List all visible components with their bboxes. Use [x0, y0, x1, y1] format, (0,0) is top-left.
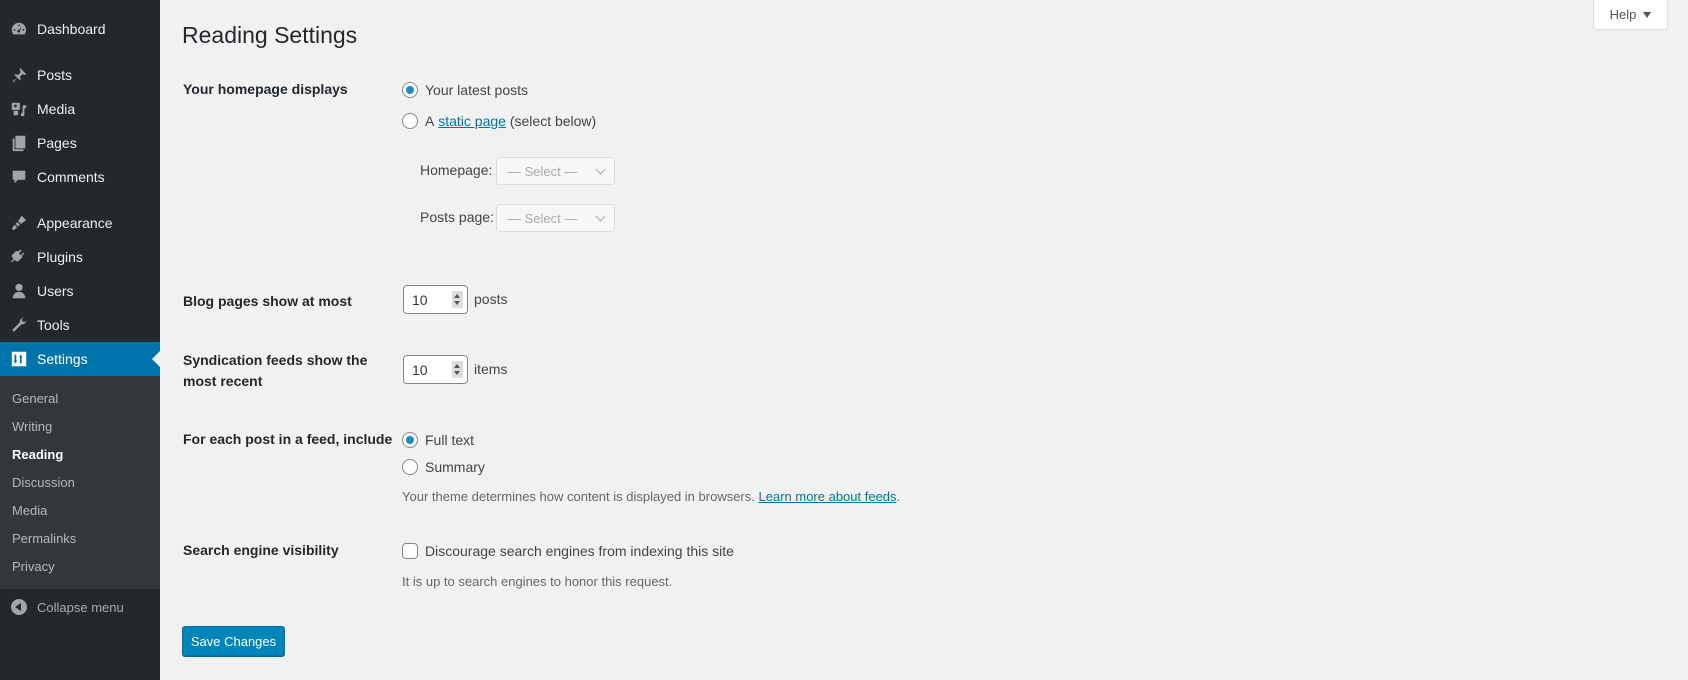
collapse-arrow-icon	[11, 599, 27, 615]
sidebar-item-label: Dashboard	[37, 21, 106, 37]
sidebar-item-tools[interactable]: Tools	[0, 308, 160, 342]
homepage-select-label: Homepage:	[420, 162, 493, 178]
blog-pages-label: Blog pages show at most	[183, 293, 352, 309]
sidebar-item-label: Settings	[37, 351, 88, 367]
syndication-unit: items	[474, 361, 508, 377]
discourage-search-checkbox[interactable]	[402, 543, 418, 559]
sidebar-item-label: Pages	[37, 135, 77, 151]
pin-icon	[9, 65, 29, 85]
blog-pages-input[interactable]: 10	[403, 285, 468, 314]
page-title: Reading Settings	[182, 22, 358, 48]
homepage-select[interactable]: — Select —	[496, 157, 615, 185]
feed-include-label: For each post in a feed, include	[183, 431, 393, 447]
sidebar-item-dashboard[interactable]: Dashboard	[0, 12, 160, 46]
sidebar-item-plugins[interactable]: Plugins	[0, 240, 160, 274]
blog-pages-value: 10	[412, 291, 428, 308]
comment-icon	[9, 167, 29, 187]
radio-summary[interactable]: Summary	[402, 456, 485, 478]
pages-icon	[9, 133, 29, 153]
homepage-displays-label: Your homepage displays	[183, 81, 348, 97]
help-label: Help	[1609, 7, 1637, 22]
sidebar-item-label: Plugins	[37, 249, 83, 265]
sidebar-item-label: Comments	[37, 169, 105, 185]
save-changes-button[interactable]: Save Changes	[182, 626, 285, 656]
sidebar-item-pages[interactable]: Pages	[0, 126, 160, 160]
submenu-item-reading[interactable]: Reading	[12, 447, 63, 462]
radio-summary-input[interactable]	[402, 459, 418, 475]
wrench-icon	[9, 315, 29, 335]
sidebar-item-label: Tools	[37, 317, 70, 333]
collapse-menu-button[interactable]: Collapse menu	[0, 594, 160, 620]
syndication-label-line1: Syndication feeds show the	[183, 352, 368, 368]
submenu-item-privacy[interactable]: Privacy	[12, 559, 55, 574]
user-icon	[9, 281, 29, 301]
radio-latest-posts[interactable]: Your latest posts	[402, 79, 528, 101]
settings-submenu: General Writing Reading Discussion Media…	[0, 376, 160, 589]
admin-sidebar: Dashboard Posts Media Pages Comments App…	[0, 0, 160, 680]
radio-summary-label: Summary	[425, 459, 485, 475]
sidebar-item-appearance[interactable]: Appearance	[0, 206, 160, 240]
chevron-down-icon	[595, 211, 606, 222]
radio-full-text-input[interactable]	[402, 432, 418, 448]
sidebar-item-label: Appearance	[37, 215, 113, 231]
collapse-menu-label: Collapse menu	[37, 599, 124, 615]
radio-static-page-input[interactable]	[402, 113, 418, 129]
number-spinner[interactable]	[452, 291, 463, 308]
sidebar-item-label: Posts	[37, 67, 73, 83]
learn-more-feeds-link[interactable]: Learn more about feeds	[759, 489, 897, 504]
sidebar-item-users[interactable]: Users	[0, 274, 160, 308]
syndication-value: 10	[412, 361, 428, 378]
sidebar-item-settings[interactable]: Settings	[0, 342, 160, 376]
sidebar-item-comments[interactable]: Comments	[0, 160, 160, 194]
discourage-search-label: Discourage search engines from indexing …	[425, 543, 734, 559]
posts-page-select-value: — Select —	[508, 210, 578, 226]
syndication-input[interactable]: 10	[403, 355, 468, 384]
sidebar-item-posts[interactable]: Posts	[0, 58, 160, 92]
radio-static-prefix: A	[425, 113, 435, 129]
submenu-item-writing[interactable]: Writing	[12, 419, 52, 434]
paintbrush-icon	[9, 213, 29, 233]
number-spinner[interactable]	[452, 361, 463, 378]
submenu-item-media[interactable]: Media	[12, 503, 47, 518]
current-menu-indicator	[152, 351, 160, 367]
radio-full-text[interactable]: Full text	[402, 429, 474, 451]
plugin-icon	[9, 247, 29, 267]
posts-page-select[interactable]: — Select —	[496, 204, 615, 232]
main-content: Help Reading Settings Your homepage disp…	[160, 0, 1688, 680]
search-visibility-label: Search engine visibility	[183, 542, 339, 558]
homepage-select-value: — Select —	[508, 163, 578, 179]
help-button[interactable]: Help	[1593, 0, 1668, 30]
radio-static-page[interactable]: A static page (select below)	[402, 110, 596, 132]
radio-static-suffix: (select below)	[509, 113, 597, 129]
settings-icon	[9, 349, 29, 369]
dashboard-icon	[9, 19, 29, 39]
radio-latest-posts-label: Your latest posts	[425, 82, 528, 98]
submenu-item-discussion[interactable]: Discussion	[12, 475, 75, 490]
feed-description-period: .	[896, 489, 901, 504]
syndication-label-line2: most recent	[183, 373, 263, 389]
chevron-down-icon	[595, 164, 606, 175]
discourage-search-checkbox-row[interactable]: Discourage search engines from indexing …	[402, 540, 734, 562]
sidebar-item-media[interactable]: Media	[0, 92, 160, 126]
static-page-link[interactable]: static page	[438, 113, 506, 129]
submenu-item-permalinks[interactable]: Permalinks	[12, 531, 76, 546]
submenu-item-general[interactable]: General	[12, 391, 58, 406]
caret-down-icon	[1643, 11, 1652, 18]
search-visibility-description: It is up to search engines to honor this…	[402, 574, 673, 589]
sidebar-item-label: Users	[37, 283, 74, 299]
radio-full-text-label: Full text	[425, 432, 475, 448]
feed-description-text: Your theme determines how content is dis…	[402, 489, 755, 504]
media-icon	[9, 99, 29, 119]
radio-latest-posts-input[interactable]	[402, 82, 418, 98]
feed-description: Your theme determines how content is dis…	[402, 489, 900, 504]
posts-page-select-label: Posts page:	[420, 209, 494, 225]
blog-pages-unit: posts	[474, 291, 508, 307]
sidebar-item-label: Media	[37, 101, 76, 117]
